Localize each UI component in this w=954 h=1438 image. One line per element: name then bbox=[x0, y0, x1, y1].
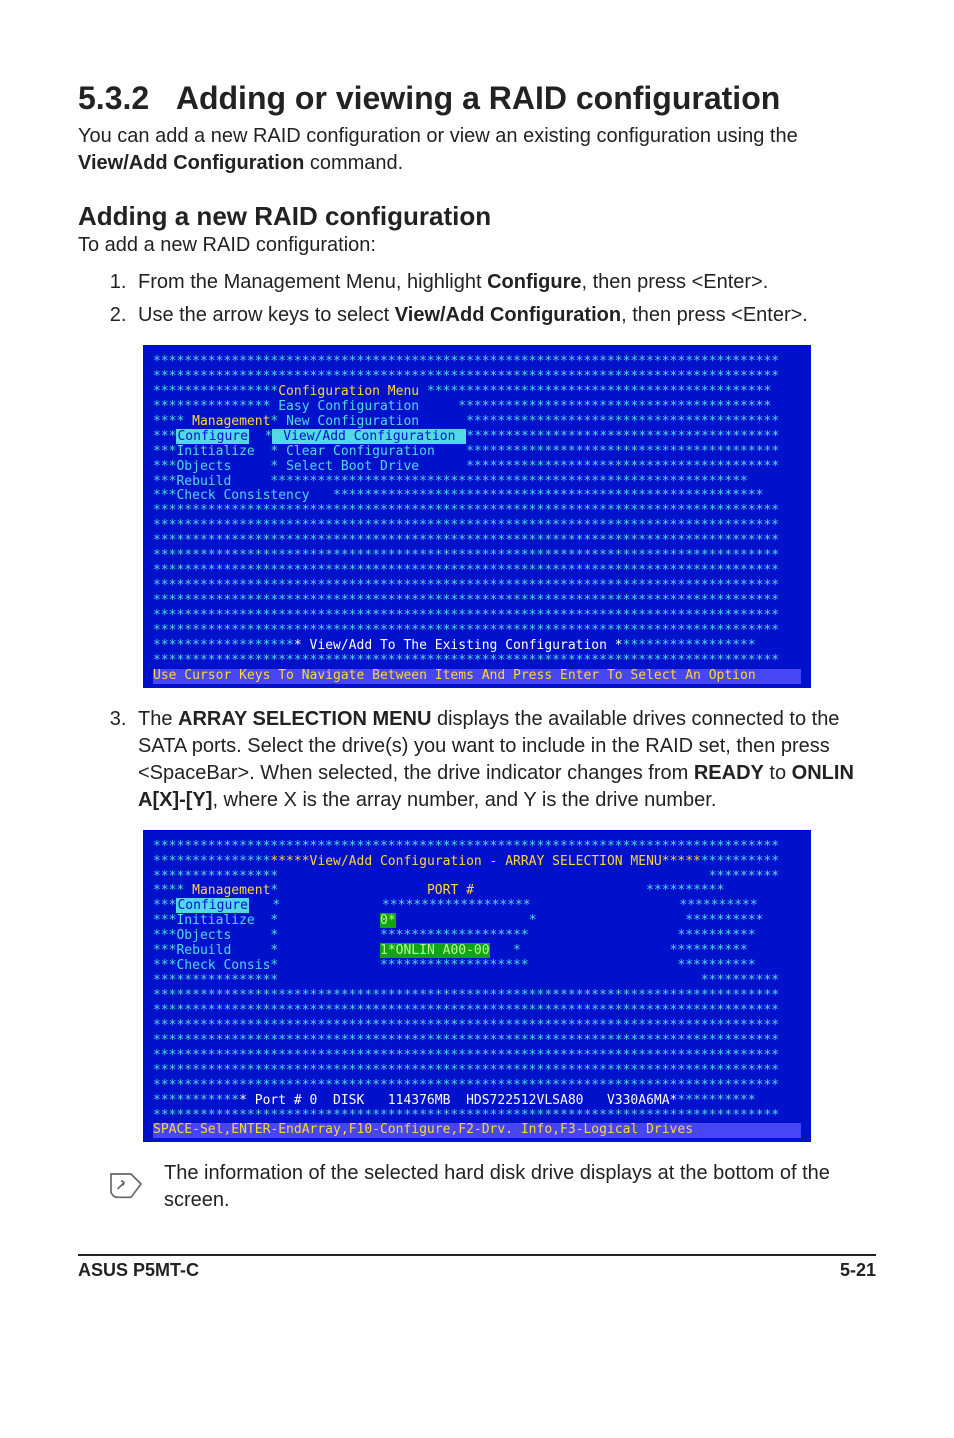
note-row: The information of the selected hard dis… bbox=[106, 1160, 876, 1214]
bios2-side-management: Management bbox=[192, 883, 270, 898]
footer-right: 5-21 bbox=[840, 1260, 876, 1281]
step-1: From the Management Menu, highlight Conf… bbox=[132, 269, 876, 296]
step3-t4: , where X is the array number, and Y is … bbox=[212, 789, 716, 811]
subsection-title: Adding a new RAID configuration bbox=[78, 201, 876, 232]
section-heading: Adding or viewing a RAID configuration bbox=[176, 80, 780, 116]
bios1-item-clear: Clear Configuration bbox=[286, 444, 435, 459]
bios2-side-initialize: Initialize bbox=[176, 913, 254, 928]
bios1-item-viewadd: View/Add Configuration bbox=[282, 429, 456, 444]
subsection-intro: To add a new RAID configuration: bbox=[78, 234, 876, 257]
bios1-item-easy: Easy Configuration bbox=[278, 399, 419, 414]
bios-screenshot-2: ****************************************… bbox=[143, 830, 811, 1143]
step-1-pre: From the Management Menu, highlight bbox=[138, 271, 487, 293]
section-title: 5.3.2 Adding or viewing a RAID configura… bbox=[78, 80, 876, 117]
intro-text-1: You can add a new RAID configuration or … bbox=[78, 125, 798, 147]
bios2-help-line: SPACE-Sel,ENTER-EndArray,F10-Configure,F… bbox=[153, 1123, 801, 1138]
step3-b1: ARRAY SELECTION MENU bbox=[178, 708, 431, 730]
bios2-footer-drive: * Port # 0 DISK 114376MB HDS722512VLSA80… bbox=[239, 1093, 677, 1108]
bios-screenshot-1: ****************************************… bbox=[143, 345, 811, 688]
step-2-post: , then press <Enter>. bbox=[621, 304, 808, 326]
note-icon bbox=[106, 1164, 146, 1204]
bios2-port-header: PORT # bbox=[427, 883, 474, 898]
bios1-menu-title: Configuration Menu bbox=[278, 384, 419, 399]
intro-command: View/Add Configuration bbox=[78, 152, 304, 174]
bios2-body: ****************************************… bbox=[153, 840, 801, 1139]
bios1-body: ****************************************… bbox=[153, 355, 801, 684]
section-number: 5.3.2 bbox=[78, 80, 149, 116]
section-intro: You can add a new RAID configuration or … bbox=[78, 123, 876, 177]
bios1-side-rebuild: Rebuild bbox=[176, 474, 231, 489]
bios1-prompt-line: * View/Add To The Existing Configuration… bbox=[294, 638, 623, 653]
bios1-side-checkcons: Check Consistency bbox=[176, 488, 309, 503]
step-2-bold: View/Add Configuration bbox=[395, 304, 621, 326]
step-1-post: , then press <Enter>. bbox=[582, 271, 769, 293]
steps-list-2: The ARRAY SELECTION MENU displays the av… bbox=[78, 706, 876, 814]
step3-b2: READY bbox=[694, 762, 764, 784]
bios1-item-new: New Configuration bbox=[286, 414, 419, 429]
bios1-side-management: Management bbox=[192, 414, 270, 429]
bios1-side-configure: Configure bbox=[176, 429, 248, 444]
bios2-side-checkcons: Check Consis bbox=[176, 958, 270, 973]
bios1-side-objects: Objects bbox=[176, 459, 231, 474]
step3-t3: to bbox=[764, 762, 792, 784]
bios1-side-initialize: Initialize bbox=[176, 444, 254, 459]
footer-left: ASUS P5MT-C bbox=[78, 1260, 199, 1281]
step-2: Use the arrow keys to select View/Add Co… bbox=[132, 302, 876, 329]
page-footer: ASUS P5MT-C 5-21 bbox=[78, 1254, 876, 1281]
bios2-side-configure: Configure bbox=[176, 898, 248, 913]
bios2-side-rebuild: Rebuild bbox=[176, 943, 231, 958]
bios1-item-selectboot: Select Boot Drive bbox=[286, 459, 419, 474]
steps-list: From the Management Menu, highlight Conf… bbox=[78, 269, 876, 329]
bios2-row-1: 1*ONLIN A00-00 bbox=[380, 943, 490, 958]
step-1-bold: Configure bbox=[487, 271, 581, 293]
bios1-help-line: Use Cursor Keys To Navigate Between Item… bbox=[153, 669, 801, 684]
step3-t1: The bbox=[138, 708, 178, 730]
step-2-pre: Use the arrow keys to select bbox=[138, 304, 395, 326]
intro-text-2: command. bbox=[304, 152, 403, 174]
bios2-side-objects: Objects bbox=[176, 928, 231, 943]
note-text: The information of the selected hard dis… bbox=[164, 1160, 876, 1214]
bios2-header: *****View/Add Configuration - ARRAY SELE… bbox=[270, 854, 700, 869]
step-3: The ARRAY SELECTION MENU displays the av… bbox=[132, 706, 876, 814]
bios2-row-0: 0* bbox=[380, 913, 396, 928]
